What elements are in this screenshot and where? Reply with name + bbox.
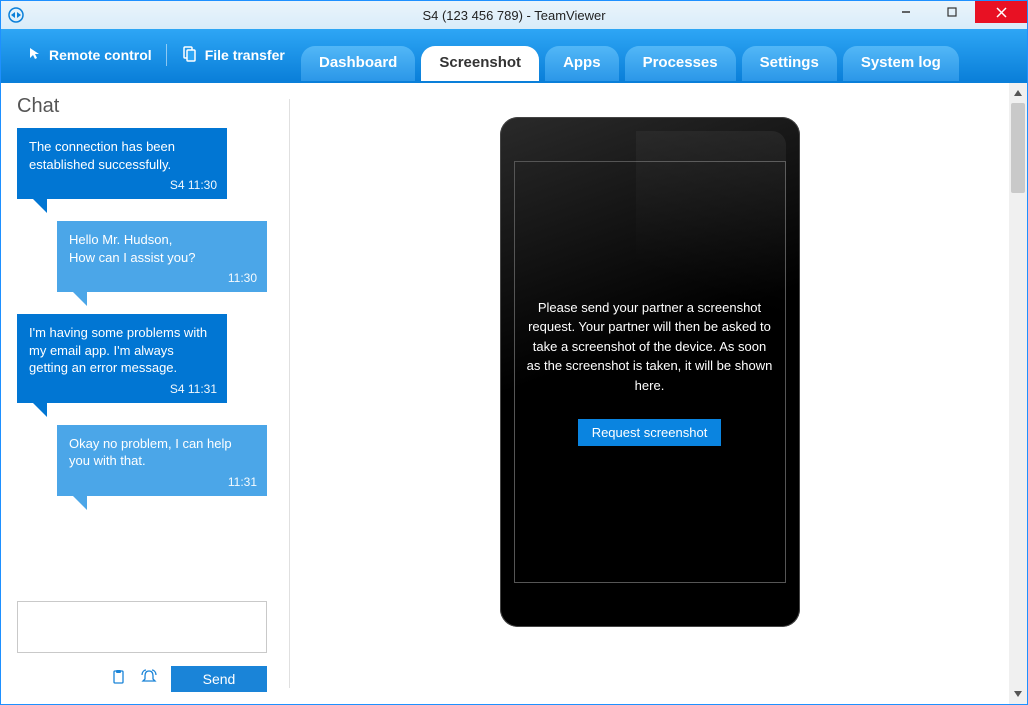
chat-message-meta: S4 11:30	[170, 177, 217, 193]
device-screen: Please send your partner a screenshot re…	[514, 161, 786, 583]
tab-screenshot[interactable]: Screenshot	[421, 46, 539, 81]
chat-input-row: Send	[17, 601, 279, 692]
chat-actions: Send	[17, 666, 267, 692]
maximize-button[interactable]	[929, 1, 975, 23]
tab-settings[interactable]: Settings	[742, 46, 837, 81]
titlebar: S4 (123 456 789) - TeamViewer	[1, 1, 1027, 29]
tab-system-log[interactable]: System log	[843, 46, 959, 81]
chat-message-meta: 11:31	[228, 474, 257, 490]
chat-messages: The connection has been established succ…	[17, 128, 279, 601]
vertical-scrollbar[interactable]	[1009, 83, 1027, 704]
remote-control-label: Remote control	[49, 47, 152, 63]
tab-apps[interactable]: Apps	[545, 46, 619, 81]
file-transfer-icon	[181, 45, 199, 66]
window-title: S4 (123 456 789) - TeamViewer	[422, 8, 605, 23]
chat-panel: Chat The connection has been established…	[1, 83, 289, 704]
menu-divider	[166, 44, 167, 66]
chat-message-meta: S4 11:31	[170, 381, 217, 397]
chat-title: Chat	[17, 95, 279, 118]
scroll-up-icon[interactable]	[1013, 85, 1023, 101]
close-button[interactable]	[975, 1, 1027, 23]
minimize-button[interactable]	[883, 1, 929, 23]
main-panel: Please send your partner a screenshot re…	[290, 83, 1009, 704]
request-screenshot-button[interactable]: Request screenshot	[578, 419, 722, 446]
tab-processes[interactable]: Processes	[625, 46, 736, 81]
remote-control-button[interactable]: Remote control	[17, 41, 160, 70]
file-transfer-label: File transfer	[205, 47, 285, 63]
remote-control-icon	[25, 45, 43, 66]
scroll-down-icon[interactable]	[1013, 686, 1023, 702]
app-window: S4 (123 456 789) - TeamViewer Remote con…	[0, 0, 1028, 705]
chat-message-text: I'm having some problems with my email a…	[29, 325, 207, 375]
chat-message-text: Okay no problem, I can help you with tha…	[69, 436, 232, 469]
nudge-icon[interactable]	[141, 669, 157, 690]
scroll-thumb[interactable]	[1011, 103, 1025, 193]
screenshot-instruction: Please send your partner a screenshot re…	[527, 298, 773, 396]
body: Chat The connection has been established…	[1, 81, 1027, 704]
window-controls	[883, 1, 1027, 23]
menubar: Remote control File transfer Dashboard S…	[1, 29, 1027, 81]
send-button[interactable]: Send	[171, 666, 267, 692]
chat-message-text: Hello Mr. Hudson, How can I assist you?	[69, 232, 195, 265]
chat-message-meta: 11:30	[228, 270, 257, 286]
chat-message: Hello Mr. Hudson, How can I assist you? …	[57, 221, 267, 292]
chat-message: I'm having some problems with my email a…	[17, 314, 227, 403]
chat-message-text: The connection has been established succ…	[29, 139, 175, 172]
clipboard-icon[interactable]	[111, 669, 127, 690]
teamviewer-icon	[7, 6, 25, 24]
chat-message: The connection has been established succ…	[17, 128, 227, 199]
file-transfer-button[interactable]: File transfer	[173, 41, 293, 70]
tabs: Dashboard Screenshot Apps Processes Sett…	[301, 46, 959, 81]
device-frame: Please send your partner a screenshot re…	[500, 117, 800, 627]
chat-message: Okay no problem, I can help you with tha…	[57, 425, 267, 496]
chat-input[interactable]	[17, 601, 267, 653]
tab-dashboard[interactable]: Dashboard	[301, 46, 415, 81]
